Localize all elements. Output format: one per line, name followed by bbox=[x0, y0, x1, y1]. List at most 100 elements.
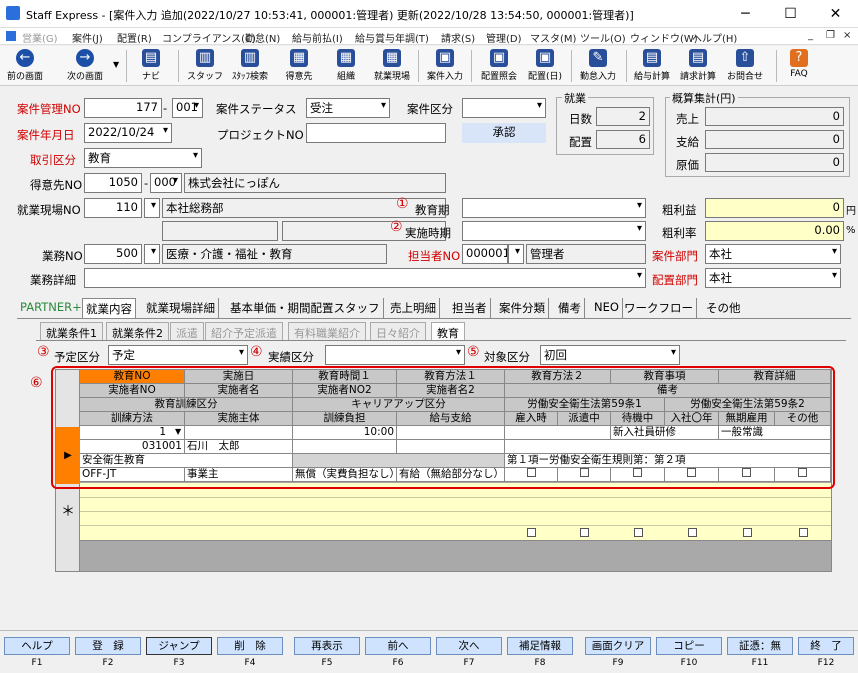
category-select[interactable] bbox=[462, 98, 546, 118]
edu-period-select[interactable] bbox=[462, 198, 646, 218]
subtab-cond1[interactable]: 就業条件1 bbox=[40, 322, 103, 340]
assign-day-button[interactable]: ▣ 配置(日) bbox=[527, 48, 563, 84]
bill-calc-button[interactable]: ▤ 請求計算 bbox=[677, 48, 719, 84]
minimize-button[interactable]: ─ bbox=[723, 0, 768, 28]
client-no-input[interactable]: 1050 bbox=[84, 173, 142, 193]
faq-button[interactable]: ? FAQ bbox=[784, 48, 814, 84]
new-row-checkboxes[interactable] bbox=[505, 527, 831, 539]
f11-key-label: F11 bbox=[751, 658, 769, 668]
person-select[interactable] bbox=[508, 244, 524, 264]
f10-copy-button[interactable]: コピー bbox=[656, 637, 722, 655]
f11-evidence-button[interactable]: 証憑：無 bbox=[727, 637, 793, 655]
pay-calc-button[interactable]: ▤ 給与計算 bbox=[631, 48, 673, 84]
client-sub-select[interactable]: 000 bbox=[150, 173, 182, 193]
marker-2: ② bbox=[390, 219, 403, 235]
navi-button[interactable]: ▤ ナビ bbox=[136, 48, 166, 84]
f1-help-button[interactable]: ヘルプ bbox=[4, 637, 70, 655]
mdi-close-icon[interactable]: × bbox=[843, 30, 851, 41]
work-no-input[interactable]: 500 bbox=[84, 244, 142, 264]
tab-unit-price[interactable]: 基本単価・期間配置スタッフ bbox=[227, 298, 384, 318]
subtab-daily-intro[interactable]: 日々紹介 bbox=[370, 322, 426, 340]
menu-sales[interactable]: 営業(G) bbox=[22, 30, 58, 45]
maximize-button[interactable]: ☐ bbox=[768, 0, 813, 28]
actual-select[interactable] bbox=[325, 345, 465, 365]
employment-title: 就業 bbox=[562, 90, 588, 106]
tab-remarks[interactable]: 備考 bbox=[555, 298, 585, 318]
f9-clear-button[interactable]: 画面クリア bbox=[585, 637, 651, 655]
subtab-education[interactable]: 教育 bbox=[431, 322, 465, 340]
f12-key-label: F12 bbox=[817, 658, 835, 668]
date-picker[interactable]: 2022/10/24 bbox=[84, 123, 172, 143]
case-dept-select[interactable]: 本社 bbox=[705, 244, 841, 264]
attendance-button[interactable]: ✎ 勤怠入力 bbox=[576, 48, 620, 84]
plan-select[interactable]: 予定 bbox=[108, 345, 248, 365]
tab-partner[interactable]: PARTNER+ bbox=[17, 298, 86, 318]
menu-compliance[interactable]: コンプライアンス(C) bbox=[162, 30, 256, 45]
site-no-input[interactable]: 110 bbox=[84, 198, 142, 218]
staff-button[interactable]: ▥ スタッフ bbox=[186, 48, 224, 84]
f12-exit-button[interactable]: 終 了 bbox=[798, 637, 854, 655]
tab-workflow[interactable]: ワークフロー bbox=[621, 298, 697, 318]
tab-site-detail[interactable]: 就業現場詳細 bbox=[143, 298, 219, 318]
tab-person[interactable]: 担当者 bbox=[449, 298, 491, 318]
staff-search-button[interactable]: ▥ ｽﾀｯﾌ検索 bbox=[228, 48, 272, 84]
f6-prev-button[interactable]: 前へ bbox=[365, 637, 431, 655]
subtab-paid-intro[interactable]: 有料職業紹介 bbox=[288, 322, 366, 340]
close-button[interactable]: ✕ bbox=[813, 0, 858, 28]
contact-button[interactable]: ⇧ お問合せ bbox=[723, 48, 767, 84]
assign-value: 6 bbox=[596, 130, 650, 149]
f7-next-button[interactable]: 次へ bbox=[436, 637, 502, 655]
case-input-button[interactable]: ▣ 案件入力 bbox=[423, 48, 467, 84]
org-button[interactable]: ▦ 組織 bbox=[333, 48, 359, 84]
subtab-cond2[interactable]: 就業条件2 bbox=[106, 322, 169, 340]
menu-help[interactable]: ヘルプ(H) bbox=[692, 30, 737, 45]
client-button[interactable]: ▦ 得意先 bbox=[281, 48, 317, 84]
f8-extra-info-button[interactable]: 補足情報 bbox=[507, 637, 573, 655]
mdi-minimize-icon[interactable]: _ bbox=[808, 30, 813, 41]
prev-screen-button[interactable]: ← 前の画面 bbox=[3, 48, 47, 84]
menu-master[interactable]: マスタ(M) bbox=[530, 30, 576, 45]
tab-other[interactable]: その他 bbox=[703, 298, 744, 318]
menu-payroll[interactable]: 給与賞与年調(T) bbox=[355, 30, 429, 45]
menu-admin[interactable]: 管理(D) bbox=[486, 30, 522, 45]
work-detail-select[interactable] bbox=[84, 268, 646, 288]
person-no-input[interactable]: 000001 bbox=[462, 244, 508, 264]
tab-neo[interactable]: NEO bbox=[591, 298, 623, 318]
deal-select[interactable]: 教育 bbox=[84, 148, 202, 168]
assign-dept-select[interactable]: 本社 bbox=[705, 268, 841, 288]
status-select[interactable]: 受注 bbox=[306, 98, 390, 118]
target-select[interactable]: 初回 bbox=[540, 345, 680, 365]
history-dropdown-icon[interactable]: ▼ bbox=[113, 60, 119, 69]
gross-unit: 円 bbox=[846, 206, 856, 217]
case-sub-select[interactable]: 001 bbox=[172, 98, 203, 118]
case-no-input[interactable]: 177 bbox=[84, 98, 162, 118]
approve-button[interactable]: 承認 bbox=[462, 123, 546, 143]
menu-advance[interactable]: 給与前払(I) bbox=[292, 30, 343, 45]
menu-case[interactable]: 案件(J) bbox=[72, 30, 103, 45]
menu-assign[interactable]: 配置(R) bbox=[117, 30, 152, 45]
tab-sales[interactable]: 売上明細 bbox=[387, 298, 440, 318]
next-screen-button[interactable]: → 次の画面 bbox=[61, 48, 109, 84]
f5-refresh-button[interactable]: 再表示 bbox=[294, 637, 360, 655]
grid-highlight bbox=[51, 366, 835, 489]
work-select[interactable] bbox=[144, 244, 160, 264]
project-input[interactable] bbox=[306, 123, 446, 143]
assign-inquiry-button[interactable]: ▣ 配置照会 bbox=[477, 48, 521, 84]
faq-icon: ? bbox=[790, 49, 808, 67]
menu-tools[interactable]: ツール(O) bbox=[580, 30, 626, 45]
mdi-restore-icon[interactable]: ❐ bbox=[826, 30, 835, 41]
f2-save-button[interactable]: 登 録 bbox=[75, 637, 141, 655]
menu-attend[interactable]: 勤怠(N) bbox=[245, 30, 280, 45]
tab-work-content[interactable]: 就業内容 bbox=[82, 298, 136, 318]
subtab-intro-dispatch[interactable]: 紹介予定派遣 bbox=[205, 322, 283, 340]
tab-case-class[interactable]: 案件分類 bbox=[496, 298, 549, 318]
site-button[interactable]: ▦ 就業現場 bbox=[370, 48, 414, 84]
toolbar-separator bbox=[126, 50, 127, 82]
subtab-dispatch[interactable]: 派遣 bbox=[170, 322, 204, 340]
menu-window[interactable]: ウィンドウ(W) bbox=[630, 30, 698, 45]
f4-delete-button[interactable]: 削 除 bbox=[217, 637, 283, 655]
menu-billing[interactable]: 請求(S) bbox=[441, 30, 475, 45]
f3-jump-button[interactable]: ジャンプ bbox=[146, 637, 212, 655]
impl-period-select[interactable] bbox=[462, 221, 646, 241]
site-select[interactable] bbox=[144, 198, 160, 218]
